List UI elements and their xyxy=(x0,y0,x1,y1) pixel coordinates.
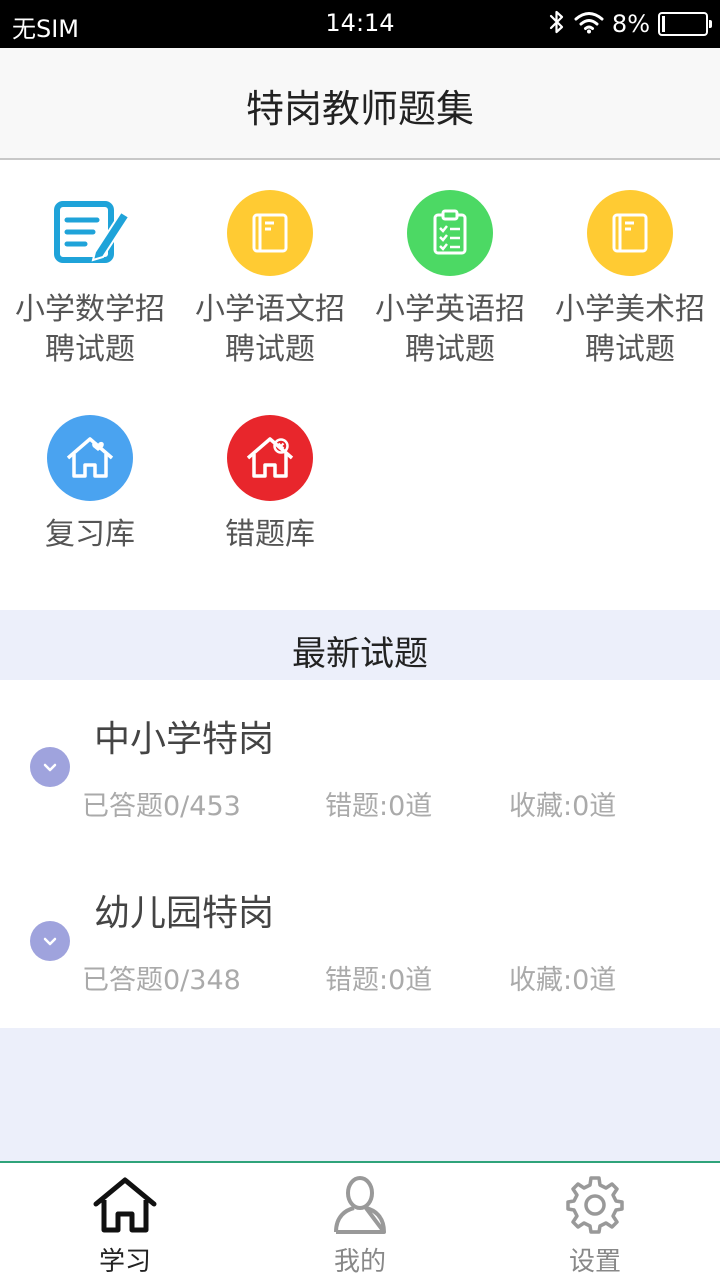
wrong-count[interactable]: 错题:0道 xyxy=(325,958,432,997)
section-header: 最新试题 xyxy=(0,610,720,680)
exam-list: 中小学特岗 已答题0/453 错题:0道 收藏:0道 幼儿园特岗 已答题0/34… xyxy=(0,680,720,1028)
chevron-down-icon xyxy=(42,932,58,951)
section-title: 最新试题 xyxy=(292,634,428,674)
category-label: 错题库 xyxy=(225,517,315,552)
bluetooth-icon xyxy=(548,9,566,39)
favorites-count[interactable]: 收藏:0道 xyxy=(509,784,616,823)
notepad-pen-icon xyxy=(47,190,133,276)
answered-count: 已答题0/348 xyxy=(82,965,241,996)
status-bar: 无SIM 14:14 8% xyxy=(0,0,720,48)
answered-count: 已答题0/453 xyxy=(82,791,241,822)
home-icon xyxy=(90,1173,160,1237)
category-art[interactable]: 小学美术招 聘试题 xyxy=(540,190,720,370)
category-label: 小学美术招 聘试题 xyxy=(555,292,705,367)
battery-fill xyxy=(662,16,665,32)
page-title: 特岗教师题集 xyxy=(245,87,474,131)
exam-row[interactable]: 幼儿园特岗 已答题0/348 错题:0道 收藏:0道 xyxy=(0,854,720,1028)
clipboard-checklist-icon xyxy=(407,190,493,276)
tab-mine[interactable]: 我的 xyxy=(240,1163,480,1280)
book-icon xyxy=(587,190,673,276)
book-icon xyxy=(227,190,313,276)
wifi-icon xyxy=(574,10,604,38)
exam-title: 幼儿园特岗 xyxy=(94,893,275,934)
category-label: 小学语文招 聘试题 xyxy=(195,292,345,367)
category-label: 小学数学招 聘试题 xyxy=(15,292,165,367)
tab-label: 学习 xyxy=(98,1247,151,1277)
category-label: 复习库 xyxy=(45,517,135,552)
exam-title: 中小学特岗 xyxy=(94,719,275,760)
exam-row[interactable]: 中小学特岗 已答题0/453 错题:0道 收藏:0道 xyxy=(0,680,720,854)
house-heart-icon xyxy=(47,415,133,501)
category-english[interactable]: 小学英语招 聘试题 xyxy=(360,190,540,370)
gear-icon xyxy=(560,1173,630,1237)
tab-settings[interactable]: 设置 xyxy=(475,1163,715,1280)
chevron-down-icon xyxy=(42,758,58,777)
category-grid: 小学数学招 聘试题 小学语文招 聘试题 小学英语招 聘试题 小学美术招 聘试题 … xyxy=(0,160,720,610)
tab-study[interactable]: 学习 xyxy=(5,1163,245,1280)
tab-bar: 学习 我的 设置 xyxy=(0,1161,720,1280)
nav-header: 特岗教师题集 xyxy=(0,48,720,160)
person-icon xyxy=(325,1173,395,1237)
tab-label: 我的 xyxy=(333,1247,386,1277)
house-x-icon xyxy=(227,415,313,501)
category-label: 小学英语招 聘试题 xyxy=(375,292,525,367)
expand-toggle[interactable] xyxy=(30,747,70,787)
expand-toggle[interactable] xyxy=(30,921,70,961)
category-wrong-library[interactable]: 错题库 xyxy=(180,415,360,555)
wrong-count[interactable]: 错题:0道 xyxy=(325,784,432,823)
battery-percent: 8% xyxy=(611,10,650,38)
favorites-count[interactable]: 收藏:0道 xyxy=(509,958,616,997)
category-chinese[interactable]: 小学语文招 聘试题 xyxy=(180,190,360,370)
category-review-library[interactable]: 复习库 xyxy=(0,415,180,555)
tab-label: 设置 xyxy=(568,1247,621,1277)
category-math[interactable]: 小学数学招 聘试题 xyxy=(0,190,180,370)
battery-icon xyxy=(658,12,712,36)
